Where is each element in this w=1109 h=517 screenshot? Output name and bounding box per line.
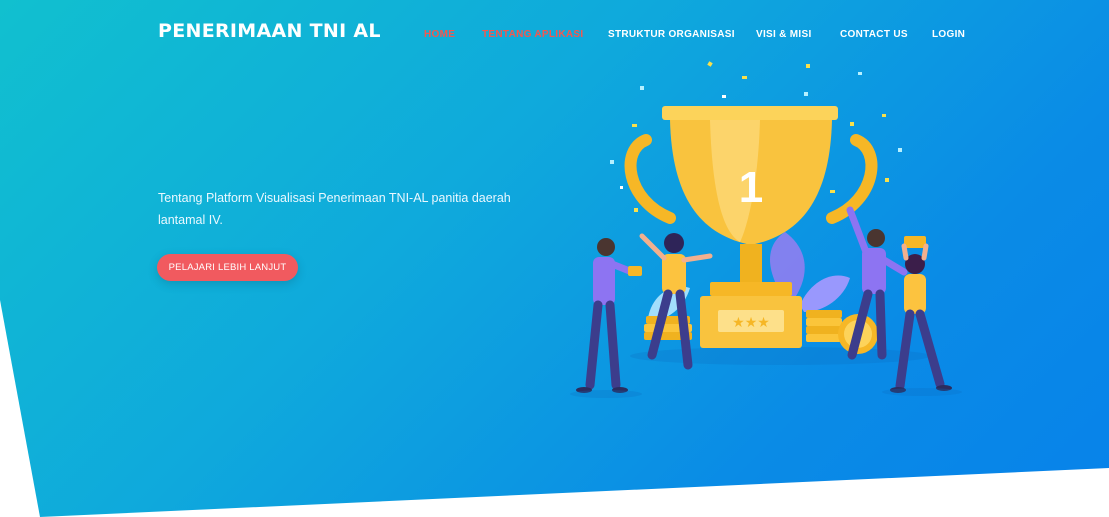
brand-title[interactable]: PENERIMAAN TNI AL bbox=[158, 20, 381, 42]
nav-login[interactable]: LOGIN bbox=[932, 29, 965, 40]
person-man-left bbox=[576, 238, 642, 393]
nav-visi-misi[interactable]: VISI & MISI bbox=[756, 29, 812, 40]
nav-tentang-aplikasi[interactable]: TENTANG APLIKASI bbox=[482, 29, 583, 40]
person-man-right bbox=[846, 206, 908, 360]
nav-home[interactable]: HOME bbox=[424, 29, 455, 40]
trophy-number: 1 bbox=[739, 163, 763, 212]
nav-struktur-organisasi[interactable]: STRUKTUR ORGANISASI bbox=[608, 29, 735, 40]
learn-more-button[interactable]: PELAJARI LEBIH LANJUT bbox=[157, 254, 298, 281]
person-woman-right bbox=[890, 236, 952, 393]
nav-contact-us[interactable]: CONTACT US bbox=[840, 29, 908, 40]
svg-text:★★★: ★★★ bbox=[732, 315, 770, 331]
trophy-celebration-illustration: 1 ★★★ bbox=[570, 61, 962, 398]
hero-description: Tentang Platform Visualisasi Penerimaan … bbox=[158, 191, 511, 227]
